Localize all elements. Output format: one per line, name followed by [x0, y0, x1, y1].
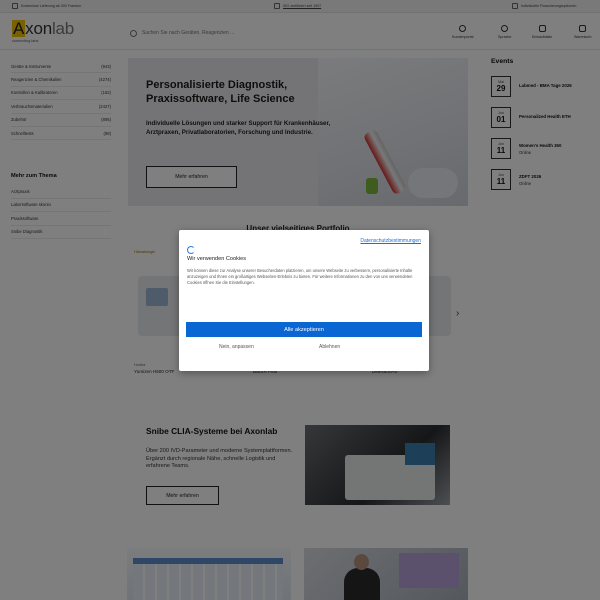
- accept-all-button[interactable]: Alle akzeptieren: [186, 322, 422, 337]
- cookie-title: Wir verwenden Cookies: [187, 256, 247, 262]
- cookie-consent-dialog: Datenschutzbestimmungen Wir verwenden Co…: [179, 230, 429, 371]
- privacy-policy-link[interactable]: Datenschutzbestimmungen: [360, 238, 421, 244]
- cookie-brand-icon: [187, 246, 195, 254]
- decline-button[interactable]: Ablehnen: [319, 344, 340, 350]
- cookie-body-text: Wir können diese zur Analyse unserer Bes…: [187, 268, 413, 286]
- customize-button[interactable]: Nein, anpassen: [219, 344, 254, 350]
